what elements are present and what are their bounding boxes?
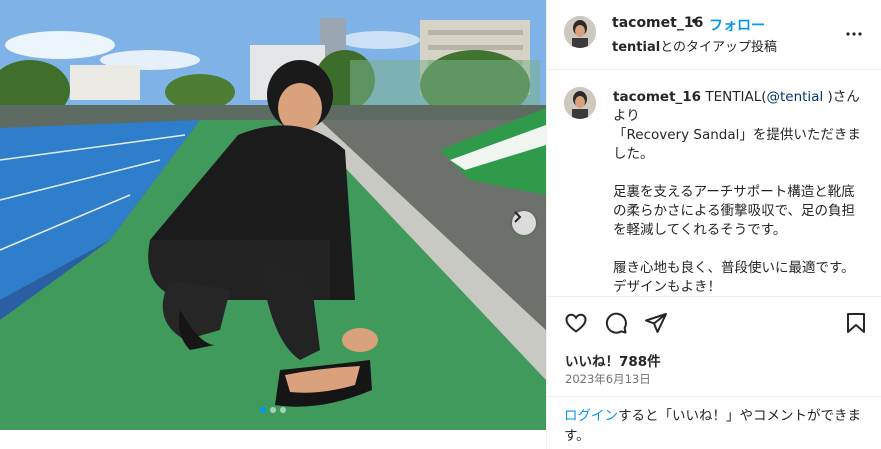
send-icon bbox=[645, 313, 667, 333]
more-icon bbox=[846, 32, 862, 36]
save-button[interactable] bbox=[844, 311, 868, 335]
carousel-dot bbox=[260, 407, 266, 413]
partnership-text: とのタイアップ投稿 bbox=[660, 40, 778, 55]
carousel-dot bbox=[270, 407, 276, 413]
avatar[interactable] bbox=[564, 87, 596, 119]
photo-illustration bbox=[0, 0, 546, 430]
post-sidebar: tacomet_16 • フォロー tentialとのタイアップ投稿 tacom… bbox=[546, 0, 881, 449]
caption-section: tacomet_16 TENTIAL(@tential )さんより 「Recov… bbox=[547, 71, 881, 295]
post-date[interactable]: 2023年6月13日 bbox=[565, 371, 651, 387]
login-link[interactable]: ログイン bbox=[564, 408, 618, 424]
caption-username[interactable]: tacomet_16 bbox=[613, 89, 701, 105]
carousel-dot bbox=[280, 407, 286, 413]
carousel-indicator bbox=[0, 407, 546, 413]
partner-name[interactable]: tential bbox=[612, 40, 660, 55]
heart-icon bbox=[565, 313, 587, 333]
profile-photo bbox=[564, 16, 596, 48]
post-header: tacomet_16 • フォロー tentialとのタイアップ投稿 bbox=[547, 0, 881, 70]
more-options-button[interactable] bbox=[843, 24, 865, 44]
share-button[interactable] bbox=[644, 311, 668, 335]
next-slide-button[interactable] bbox=[512, 211, 536, 235]
caption-body: )さんより 「Recovery Sandal」を提供いただきました。 足裏を支え… bbox=[613, 89, 861, 295]
login-prompt-text: ログインすると「いいね！」やコメントができます。 bbox=[564, 406, 864, 446]
like-count[interactable]: いいね！788件 bbox=[565, 350, 661, 370]
chevron-right-icon bbox=[514, 211, 522, 223]
comment-icon bbox=[605, 312, 627, 334]
separator-dot: • bbox=[690, 14, 699, 30]
caption-body-start: TENTIAL( bbox=[701, 89, 767, 105]
caption-text: tacomet_16 TENTIAL(@tential )さんより 「Recov… bbox=[613, 88, 863, 295]
post-photo[interactable] bbox=[0, 0, 546, 430]
profile-photo bbox=[564, 87, 596, 119]
action-bar bbox=[547, 296, 881, 348]
like-button[interactable] bbox=[564, 311, 588, 335]
caption-mention[interactable]: @tential bbox=[766, 89, 823, 105]
login-prompt: ログインすると「いいね！」やコメントができます。 bbox=[547, 396, 881, 449]
bookmark-icon bbox=[847, 313, 865, 333]
follow-button[interactable]: フォロー bbox=[709, 15, 765, 35]
avatar[interactable] bbox=[564, 16, 596, 48]
paid-partnership-label: tentialとのタイアップ投稿 bbox=[612, 36, 777, 55]
comment-button[interactable] bbox=[604, 311, 628, 335]
